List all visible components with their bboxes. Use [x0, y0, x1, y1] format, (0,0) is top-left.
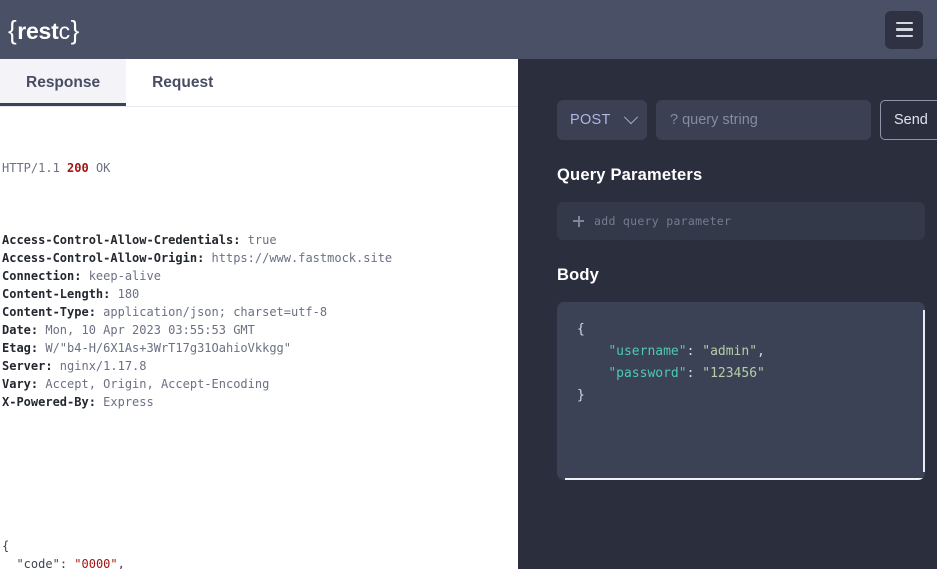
response-pane: Response Request HTTP/1.1 200 OK Access-…: [0, 59, 518, 569]
response-spacer: [2, 465, 518, 483]
response-status-line: HTTP/1.1 200 OK: [2, 159, 518, 177]
response-json-body: { "code": "0000", "data": { "verifySucce…: [2, 537, 518, 569]
hamburger-menu-icon[interactable]: [885, 10, 923, 49]
json-key: "code": [16, 557, 60, 569]
chevron-down-icon: [623, 110, 639, 125]
response-header-line: Access-Control-Allow-Credentials: true: [2, 231, 518, 249]
json-key: "username": [608, 344, 687, 359]
plus-icon: [573, 215, 584, 227]
response-content: HTTP/1.1 200 OK Access-Control-Allow-Cre…: [0, 107, 518, 569]
logo-brace-open: {: [8, 14, 18, 45]
response-header-value: nginx/1.17.8: [52, 359, 147, 373]
json-line: "code": "0000",: [2, 555, 518, 569]
editor-caret-line: [923, 310, 925, 472]
http-method-value: POST: [570, 112, 611, 128]
response-header-value: W/"b4-H/6X1As+3WrT17g31OahioVkkgg": [38, 341, 291, 355]
request-body-editor[interactable]: { "username": "admin", "password": "1234…: [557, 302, 925, 480]
menu-bar-2: [895, 28, 913, 31]
logo-text-c: c: [58, 17, 71, 44]
response-header-line: Content-Type: application/json; charset=…: [2, 303, 518, 321]
status-text: OK: [88, 161, 111, 175]
json-key: "password": [608, 366, 687, 381]
response-header-name: X-Powered-By:: [2, 395, 96, 409]
json-string-value: "admin": [702, 344, 758, 359]
response-headers-list: Access-Control-Allow-Credentials: true Ac…: [2, 231, 518, 411]
response-header-line: Connection: keep-alive: [2, 267, 518, 285]
restc-app-window: { rest c } Response Request HTTP/1.1 200…: [0, 0, 937, 569]
response-header-name: Date:: [2, 323, 39, 337]
response-request-tabs: Response Request: [0, 59, 518, 107]
query-parameters-title: Query Parameters: [557, 166, 703, 184]
json-punctuation: {: [577, 322, 585, 337]
json-punctuation: }: [577, 388, 585, 403]
response-header-line: X-Powered-By: Express: [2, 393, 518, 411]
body-code-line: "username": "admin",: [577, 341, 925, 363]
tab-response[interactable]: Response: [0, 59, 127, 106]
json-line: {: [2, 537, 518, 555]
tab-request-label: Request: [152, 74, 214, 91]
response-header-name: Content-Length:: [2, 287, 111, 301]
response-header-line: Content-Length: 180: [2, 285, 518, 303]
json-punctuation: ,: [757, 344, 765, 359]
response-header-value: 180: [110, 287, 140, 301]
response-header-value: keep-alive: [81, 269, 161, 283]
body-title: Body: [557, 266, 600, 284]
menu-bar-3: [895, 34, 913, 38]
response-header-value: application/json; charset=utf-8: [95, 305, 328, 319]
body-code-line: "password": "123456": [577, 363, 925, 385]
response-header-name: Access-Control-Allow-Credentials:: [2, 233, 241, 247]
response-header-line: Etag: W/"b4-H/6X1As+3WrT17g31OahioVkkgg": [2, 339, 518, 357]
editor-bottom-border: [565, 478, 925, 480]
logo-brace-close: }: [70, 14, 80, 45]
json-punctuation: [577, 344, 608, 359]
body-code-line: }: [577, 385, 925, 407]
response-header-line: Access-Control-Allow-Origin: https://www…: [2, 249, 518, 267]
json-punctuation: ,: [117, 557, 125, 569]
request-url-row: POST Send: [518, 59, 937, 140]
status-code: 200: [67, 161, 89, 175]
status-protocol: HTTP/1.1: [2, 161, 68, 175]
response-header-value: Express: [95, 395, 154, 409]
json-string-value: "0000": [74, 557, 118, 569]
request-builder-pane: POST Send Query Parameters add query par…: [518, 59, 937, 569]
response-header-name: Access-Control-Allow-Origin:: [2, 251, 205, 265]
response-header-name: Connection:: [2, 269, 82, 283]
add-query-parameter-button[interactable]: add query parameter: [557, 202, 925, 240]
tab-response-label: Response: [26, 74, 101, 91]
response-header-value: https://www.fastmock.site: [204, 251, 393, 265]
json-punctuation: :: [59, 557, 75, 569]
json-punctuation: :: [686, 344, 703, 359]
app-header: { rest c }: [0, 0, 937, 59]
query-string-input[interactable]: [656, 100, 871, 140]
app-logo: { rest c }: [8, 17, 80, 43]
http-method-select[interactable]: POST: [557, 100, 647, 140]
json-string-value: "123456": [702, 366, 765, 381]
response-header-line: Server: nginx/1.17.8: [2, 357, 518, 375]
response-header-name: Vary:: [2, 377, 39, 391]
tab-request[interactable]: Request: [126, 59, 239, 106]
send-button[interactable]: Send: [880, 100, 937, 140]
response-header-value: Mon, 10 Apr 2023 03:55:53 GMT: [38, 323, 255, 337]
json-punctuation: :: [686, 366, 703, 381]
response-header-value: true: [240, 233, 277, 247]
logo-text-rest: rest: [17, 17, 59, 44]
response-header-line: Date: Mon, 10 Apr 2023 03:55:53 GMT: [2, 321, 518, 339]
body-code-line: {: [577, 319, 925, 341]
response-header-name: Server:: [2, 359, 53, 373]
response-header-name: Content-Type:: [2, 305, 96, 319]
response-header-line: Vary: Accept, Origin, Accept-Encoding: [2, 375, 518, 393]
menu-bar-1: [895, 21, 913, 25]
response-header-name: Etag:: [2, 341, 39, 355]
request-body-code: { "username": "admin", "password": "1234…: [577, 319, 925, 407]
json-punctuation: [2, 557, 16, 569]
json-punctuation: {: [2, 539, 10, 553]
add-query-parameter-label: add query parameter: [594, 214, 732, 228]
response-header-value: Accept, Origin, Accept-Encoding: [38, 377, 270, 391]
json-punctuation: [577, 366, 608, 381]
